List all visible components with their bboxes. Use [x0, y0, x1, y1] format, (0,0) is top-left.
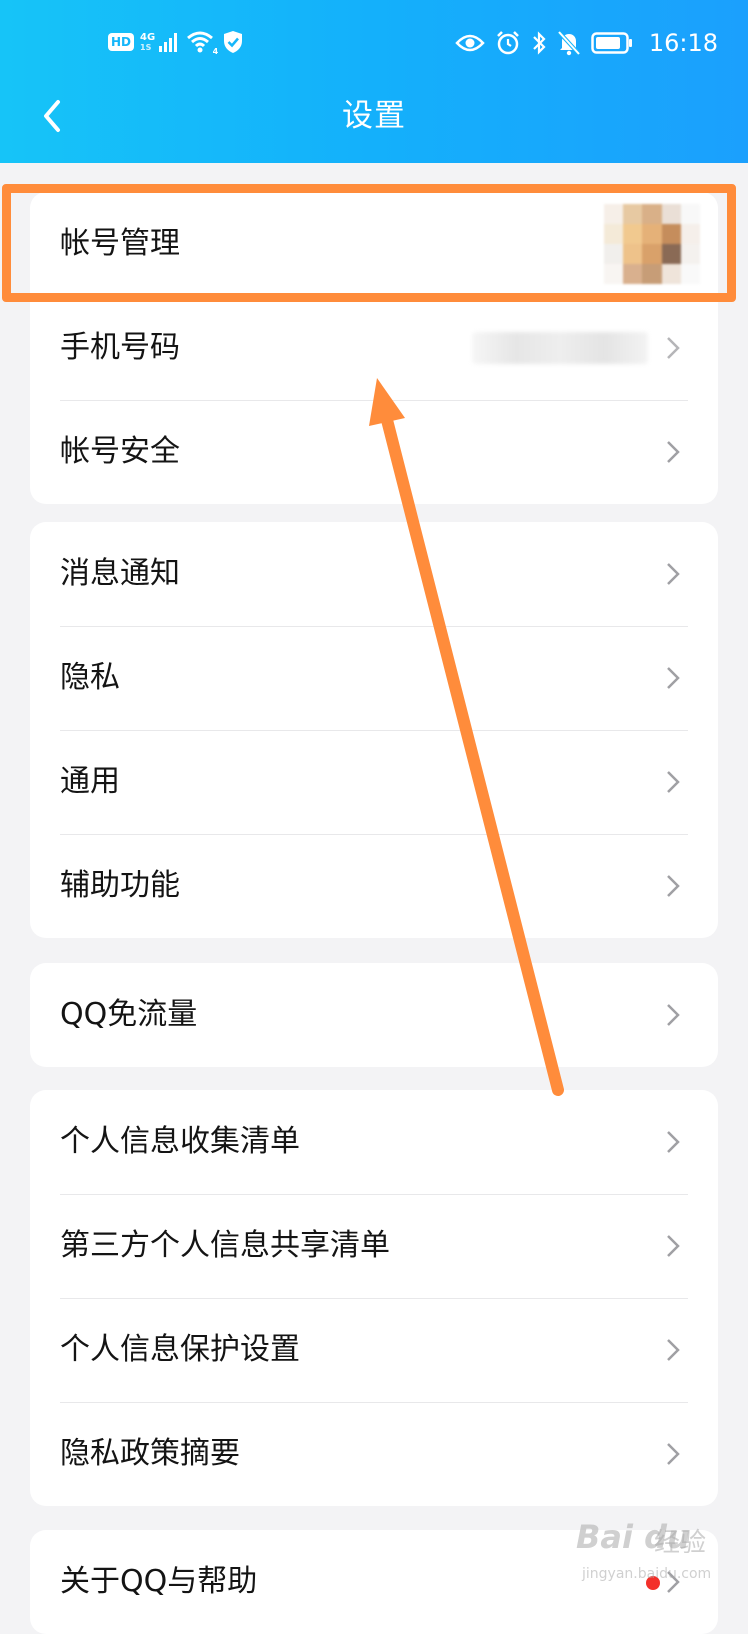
- bluetooth-icon: [533, 31, 546, 55]
- chevron-right-icon: [667, 771, 680, 793]
- row-accessibility[interactable]: 辅助功能: [30, 834, 718, 938]
- about-group: 关于QQ与帮助: [30, 1530, 718, 1634]
- chevron-right-icon: [667, 563, 680, 585]
- page-title: 设置: [342, 98, 406, 134]
- cellular-signal-icon: 4G 1S: [140, 31, 180, 53]
- signal-bars-icon: [159, 33, 178, 52]
- hd-badge: HD: [108, 33, 135, 51]
- app-header: HD 4G 1S 4 16:18 设置: [0, 0, 748, 163]
- row-privacy[interactable]: 隐私: [30, 626, 718, 730]
- chevron-right-icon: [667, 1443, 680, 1465]
- eye-comfort-icon: [455, 34, 485, 52]
- row-account-security[interactable]: 帐号安全: [30, 400, 718, 504]
- battery-icon: [591, 32, 632, 54]
- row-about-and-help[interactable]: 关于QQ与帮助: [30, 1530, 718, 1634]
- avatar[interactable]: [604, 204, 700, 284]
- row-label: 个人信息保护设置: [60, 1332, 300, 1367]
- chevron-right-icon: [667, 1571, 680, 1593]
- row-info-protection-settings[interactable]: 个人信息保护设置: [30, 1298, 718, 1402]
- row-label: 关于QQ与帮助: [60, 1564, 258, 1599]
- chevron-right-icon: [667, 1339, 680, 1361]
- row-label: QQ免流量: [60, 997, 198, 1032]
- alarm-icon: [496, 31, 519, 55]
- shield-check-icon: [224, 31, 243, 53]
- data-free-group: QQ免流量: [30, 963, 718, 1067]
- row-general[interactable]: 通用: [30, 730, 718, 834]
- status-left: HD 4G 1S 4: [108, 30, 244, 56]
- chevron-right-icon: [667, 441, 680, 463]
- row-third-party-sharing-list[interactable]: 第三方个人信息共享清单: [30, 1194, 718, 1298]
- clock: 16:18: [648, 29, 718, 57]
- chevron-right-icon: [667, 1004, 680, 1026]
- chevron-right-icon: [667, 667, 680, 689]
- phone-number-value: [472, 332, 648, 364]
- chevron-right-icon: [667, 1131, 680, 1153]
- account-group: 帐号管理 手机号码 帐号安全: [30, 192, 718, 504]
- general-group: 消息通知 隐私 通用 辅助功能: [30, 522, 718, 938]
- row-message-notification[interactable]: 消息通知: [30, 522, 718, 626]
- row-label: 辅助功能: [60, 868, 180, 903]
- row-qq-free-data[interactable]: QQ免流量: [30, 963, 718, 1067]
- network-type: 4G: [140, 32, 156, 43]
- row-label: 手机号码: [60, 330, 180, 365]
- status-right: 16:18: [455, 22, 718, 64]
- row-info-collection-list[interactable]: 个人信息收集清单: [30, 1090, 718, 1194]
- chevron-right-icon: [667, 1235, 680, 1257]
- row-label: 个人信息收集清单: [60, 1124, 300, 1159]
- chevron-right-icon: [667, 337, 680, 359]
- new-badge-dot: [646, 1576, 660, 1590]
- row-label: 通用: [60, 764, 120, 799]
- row-label: 消息通知: [60, 556, 180, 591]
- notifications-muted-icon: [557, 30, 581, 56]
- wifi-icon: 4: [186, 30, 219, 56]
- chevron-right-icon: [667, 875, 680, 897]
- personal-info-group: 个人信息收集清单 第三方个人信息共享清单 个人信息保护设置 隐私政策摘要: [30, 1090, 718, 1506]
- row-account-management[interactable]: 帐号管理: [30, 192, 718, 296]
- wifi-sub: 4: [212, 47, 219, 56]
- row-label: 隐私: [60, 660, 120, 695]
- row-label: 帐号管理: [60, 226, 180, 261]
- network-sub: 1S: [140, 43, 152, 52]
- row-privacy-policy-summary[interactable]: 隐私政策摘要: [30, 1402, 718, 1506]
- row-label: 第三方个人信息共享清单: [60, 1228, 390, 1263]
- row-label: 隐私政策摘要: [60, 1436, 240, 1471]
- row-label: 帐号安全: [60, 434, 180, 469]
- status-bar: HD 4G 1S 4 16:18: [0, 22, 748, 64]
- row-phone-number[interactable]: 手机号码: [30, 296, 718, 400]
